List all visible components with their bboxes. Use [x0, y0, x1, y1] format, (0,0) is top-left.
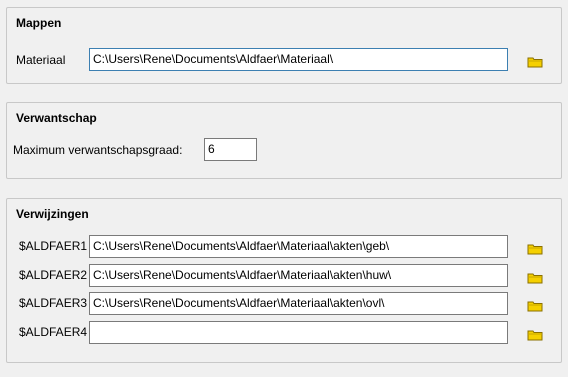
- folder-icon[interactable]: [527, 300, 543, 312]
- verwijzingen-title: Verwijzingen: [16, 207, 89, 221]
- folder-icon[interactable]: [527, 329, 543, 341]
- aldfaer1-label: $ALDFAER1: [19, 239, 88, 253]
- aldfaer3-label: $ALDFAER3: [19, 296, 88, 310]
- verwantschap-title: Verwantschap: [16, 111, 97, 125]
- verwijzingen-group: Verwijzingen $ALDFAER1 C:\Users\Rene\Doc…: [6, 198, 562, 363]
- aldfaer2-input[interactable]: C:\Users\Rene\Documents\Aldfaer\Materiaa…: [89, 264, 508, 287]
- materiaal-input[interactable]: C:\Users\Rene\Documents\Aldfaer\Materiaa…: [89, 48, 508, 71]
- aldfaer1-input[interactable]: C:\Users\Rene\Documents\Aldfaer\Materiaa…: [89, 235, 508, 258]
- mappen-group: Mappen Materiaal C:\Users\Rene\Documents…: [6, 7, 562, 84]
- aldfaer4-label: $ALDFAER4: [19, 325, 88, 339]
- materiaal-label: Materiaal: [16, 53, 66, 67]
- verwantschap-group: Verwantschap Maximum verwantschapsgraad:…: [6, 102, 562, 179]
- folder-icon[interactable]: [527, 272, 543, 284]
- aldfaer3-input[interactable]: C:\Users\Rene\Documents\Aldfaer\Materiaa…: [89, 292, 508, 315]
- aldfaer4-input[interactable]: [89, 321, 508, 344]
- aldfaer2-label: $ALDFAER2: [19, 268, 88, 282]
- mappen-title: Mappen: [16, 16, 62, 30]
- folder-icon[interactable]: [527, 56, 543, 68]
- folder-icon[interactable]: [527, 243, 543, 255]
- max-verwantschapsgraad-label: Maximum verwantschapsgraad:: [13, 143, 183, 157]
- max-verwantschapsgraad-input[interactable]: 6: [204, 138, 257, 161]
